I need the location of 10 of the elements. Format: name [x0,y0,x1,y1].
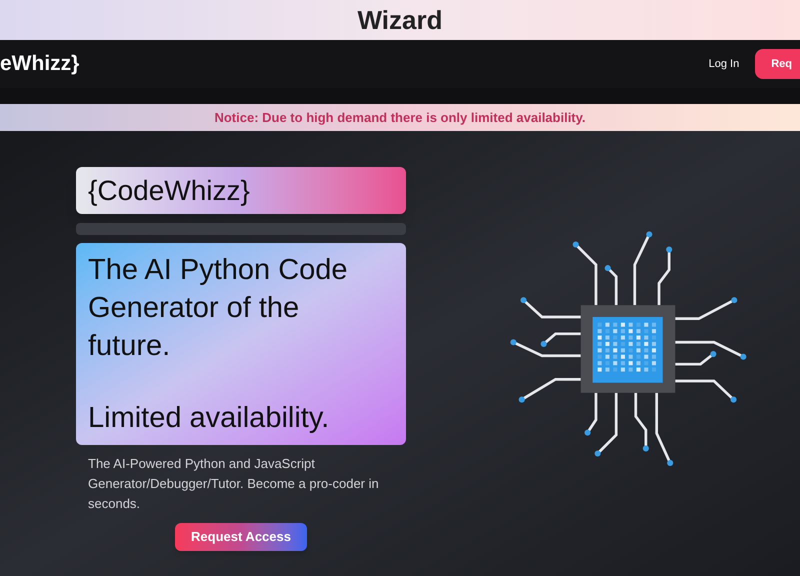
hero-logo: {CodeWhizz} [88,174,250,208]
window-title: Wizard [358,4,442,36]
notice-text: Notice: Due to high demand there is only limited availability. [214,108,586,127]
request-access-button[interactable]: Request Access [175,523,307,551]
description: The AI-Powered Python and JavaScript Generator/Debugger/Tutor. Become a pro-coder in seconds. [87,455,380,513]
request-button[interactable]: Req [755,48,800,80]
headline: The AI Python Code Generator of the future. [88,253,349,364]
headline-note: Limited availability. [88,401,330,436]
login-link[interactable]: Log In [708,56,740,72]
site-logo: eWhizz} [0,51,80,78]
